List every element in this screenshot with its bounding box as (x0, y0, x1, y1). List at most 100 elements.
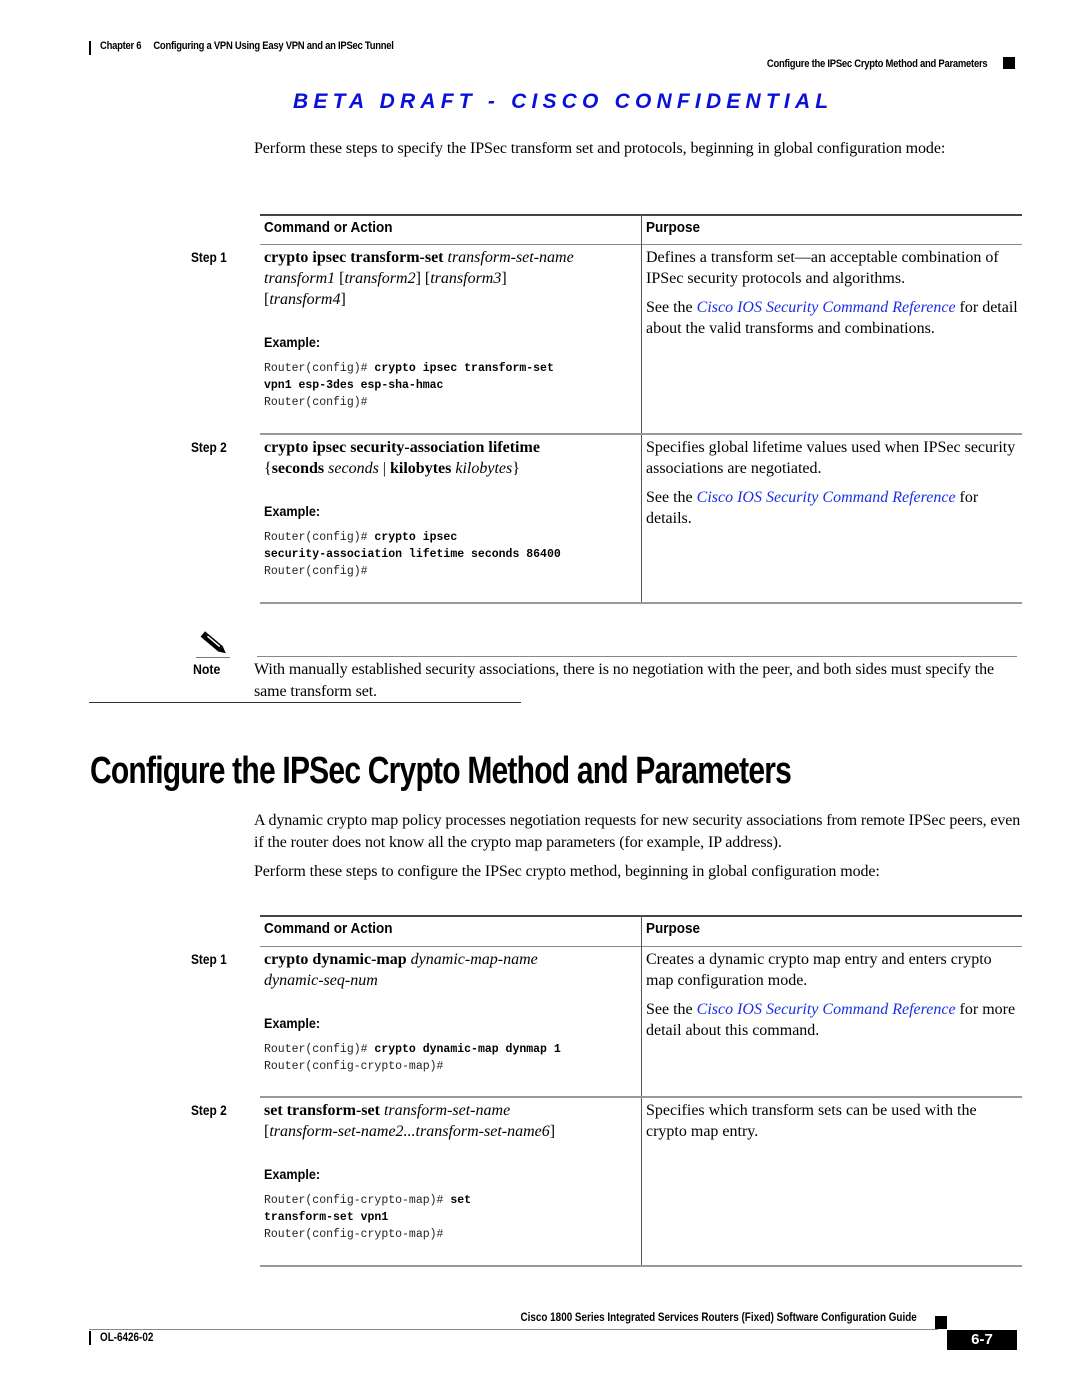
command-syntax: crypto ipsec security-association lifeti… (264, 437, 636, 479)
command-argument: transform4 (269, 291, 341, 308)
purpose-text: Creates a dynamic crypto map entry and e… (646, 949, 1020, 1041)
command-argument: kilobytes (455, 460, 513, 477)
command-argument: dynamic-seq-num (264, 972, 378, 989)
bracket: } (512, 460, 520, 477)
purpose-reference: See the Cisco IOS Security Command Refer… (646, 999, 1020, 1041)
note-label: Note (193, 661, 221, 677)
column-divider (641, 214, 642, 604)
code-example: Router(config)# crypto dynamic-map dynma… (264, 1041, 561, 1075)
note-icon-rule (196, 657, 230, 658)
command-argument: dynamic-map-name (410, 951, 538, 968)
note-top-rule (257, 656, 1017, 657)
section-heading: Configure the IPSec Crypto Method and Pa… (90, 750, 792, 792)
bracket: ] (501, 270, 507, 287)
bracket: ] (340, 291, 346, 308)
note-pencil-icon (200, 631, 226, 654)
example-label: Example: (264, 334, 321, 350)
cli-command: crypto ipsec transform-set (374, 362, 554, 375)
footer-margin-bar (89, 1331, 91, 1345)
footer-guide-title: Cisco 1800 Series Integrated Services Ro… (520, 1312, 917, 1324)
chapter-title: Configuring a VPN Using Easy VPN and an … (153, 40, 394, 52)
bracket: { (264, 460, 272, 477)
example-label: Example: (264, 1015, 321, 1031)
reference-prefix: See the (646, 489, 697, 506)
purpose-description: Creates a dynamic crypto map entry and e… (646, 951, 992, 989)
footer-rule (89, 1329, 938, 1330)
intro-paragraph-2: A dynamic crypto map policy processes ne… (254, 812, 1021, 851)
row-divider (260, 1096, 1022, 1098)
example-label: Example: (264, 1166, 321, 1182)
cli-prompt: Router(config)# (264, 565, 368, 578)
command-syntax: crypto dynamic-map dynamic-map-name dyna… (264, 949, 636, 991)
purpose-text: Specifies global lifetime values used wh… (646, 437, 1020, 529)
code-example: Router(config)# crypto ipsec security-as… (264, 529, 561, 580)
cli-command: set (450, 1194, 472, 1207)
command-keyword: crypto ipsec transform-set (264, 249, 444, 266)
command-argument: transform1 (264, 270, 336, 287)
table-bottom-rule (260, 602, 1022, 604)
footer-marker-square (935, 1316, 947, 1329)
header-marker-square (1003, 57, 1015, 69)
command-argument: transform-set-name (447, 249, 574, 266)
cli-prompt: Router(config)# (264, 362, 375, 375)
cli-command: transform-set vpn1 (264, 1211, 389, 1224)
command-keyword: seconds (271, 460, 325, 477)
row-divider (260, 433, 1022, 435)
separator: | (378, 460, 390, 477)
purpose-description: Defines a transform set—an acceptable co… (646, 249, 999, 287)
command-argument: transform2 (344, 270, 416, 287)
cli-prompt: Router(config)# (264, 1043, 375, 1056)
command-keyword: crypto ipsec security-association lifeti… (264, 439, 540, 456)
page-number: 6-7 (947, 1330, 1017, 1350)
command-keyword: kilobytes (390, 460, 452, 477)
chapter-label: Chapter 6 (100, 40, 142, 52)
column-header-command: Command or Action (264, 920, 393, 937)
cli-command: security-association lifetime seconds 86… (264, 548, 561, 561)
command-argument: transform3 (430, 270, 502, 287)
command-syntax: crypto ipsec transform-set transform-set… (264, 247, 636, 310)
step-label: Step 1 (191, 951, 227, 967)
purpose-reference: See the Cisco IOS Security Command Refer… (646, 487, 1020, 529)
command-argument: transform-set-name (383, 1102, 511, 1119)
cli-prompt: Router(config-crypto-map)# (264, 1228, 444, 1241)
command-syntax: set transform-set transform-set-name [tr… (264, 1100, 636, 1142)
column-header-purpose: Purpose (646, 920, 701, 937)
cli-command: crypto dynamic-map dynmap 1 (374, 1043, 561, 1056)
footer-doc-number: OL-6426-02 (100, 1332, 154, 1344)
cli-command: crypto ipsec (374, 531, 458, 544)
bracket: ] [ (415, 270, 431, 287)
command-argument: seconds (328, 460, 379, 477)
code-example: Router(config-crypto-map)# set transform… (264, 1192, 471, 1243)
cli-prompt: Router(config)# (264, 531, 375, 544)
column-header-purpose: Purpose (646, 219, 701, 236)
command-reference-link[interactable]: Cisco IOS Security Command Reference (697, 489, 956, 506)
note-text: With manually established security assoc… (254, 661, 994, 700)
cli-prompt: Router(config-crypto-map)# (264, 1194, 451, 1207)
column-divider (641, 915, 642, 1267)
steps-table-transform-set: Command or Action Purpose crypto ipsec t… (260, 214, 1022, 606)
steps-table-crypto-map: Command or Action Purpose crypto dynamic… (260, 915, 1022, 1271)
command-reference-link[interactable]: Cisco IOS Security Command Reference (697, 1001, 956, 1018)
bracket: ] (549, 1123, 556, 1140)
cli-prompt: Router(config-crypto-map)# (264, 1060, 444, 1073)
table-bottom-rule (260, 1265, 1022, 1267)
example-label: Example: (264, 503, 321, 519)
running-header-section: Configure the IPSec Crypto Method and Pa… (766, 58, 988, 70)
intro-paragraph-3: Perform these steps to configure the IPS… (254, 863, 880, 880)
cli-prompt: Router(config)# (264, 396, 368, 409)
intro-paragraph-1: Perform these steps to specify the IPSec… (254, 140, 946, 157)
purpose-text: Defines a transform set—an acceptable co… (646, 247, 1020, 339)
note-bottom-rule (89, 702, 521, 703)
command-keyword: crypto dynamic-map (264, 951, 407, 968)
code-example: Router(config)# crypto ipsec transform-s… (264, 360, 554, 411)
step-label: Step 2 (191, 1102, 227, 1118)
command-argument: transform-set-name2...transform-set-name… (269, 1123, 550, 1140)
step-label: Step 2 (191, 439, 227, 455)
command-reference-link[interactable]: Cisco IOS Security Command Reference (697, 299, 956, 316)
header-margin-bar (89, 41, 91, 55)
purpose-text: Specifies which transform sets can be us… (646, 1100, 1020, 1142)
column-header-command: Command or Action (264, 219, 393, 236)
reference-prefix: See the (646, 299, 697, 316)
reference-prefix: See the (646, 1001, 697, 1018)
command-keyword: set transform-set (264, 1102, 380, 1119)
